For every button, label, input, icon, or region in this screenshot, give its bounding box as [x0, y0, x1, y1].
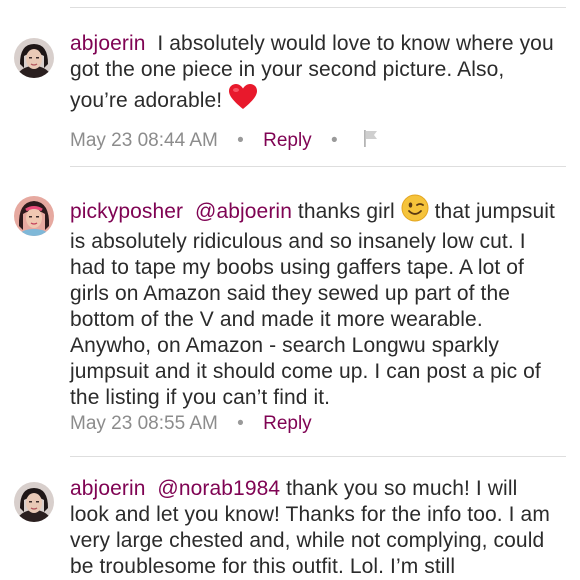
avatar-image — [14, 482, 54, 522]
mention-link[interactable]: @abjoerin — [195, 200, 292, 223]
separator-dot: • — [237, 413, 244, 434]
comment-meta: May 23 08:55 AM • Reply — [70, 413, 312, 435]
timestamp: May 23 08:55 AM — [70, 413, 218, 434]
mention-link[interactable]: @norab1984 — [157, 477, 280, 500]
comment-body: that jumpsuit is absolutely ridiculous a… — [70, 200, 555, 409]
heart-icon — [228, 83, 258, 118]
comment-body-start: thanks girl — [297, 200, 395, 223]
divider — [70, 7, 566, 8]
divider — [70, 456, 566, 457]
username-link[interactable]: abjoerin — [70, 477, 146, 500]
avatar-image — [14, 38, 54, 78]
username-link[interactable]: abjoerin — [70, 32, 146, 55]
divider — [70, 166, 566, 167]
comment-text: pickyposher @abjoerin thanks girl that j… — [70, 194, 562, 411]
separator-dot: • — [330, 130, 338, 152]
reply-button[interactable]: Reply — [263, 130, 312, 151]
flag-icon[interactable] — [361, 128, 381, 154]
timestamp: May 23 08:44 AM — [70, 130, 218, 152]
separator-dot: • — [237, 130, 244, 152]
username-link[interactable]: pickyposher — [70, 200, 183, 223]
comment-text: abjoerin @norab1984 thank you so much! I… — [70, 476, 562, 580]
comment-text: abjoerin I absolutely would love to know… — [70, 31, 562, 118]
winking-face-icon — [401, 194, 429, 229]
reply-button[interactable]: Reply — [263, 413, 312, 434]
avatar[interactable] — [14, 196, 54, 236]
avatar-image — [14, 196, 54, 236]
avatar[interactable] — [14, 482, 54, 522]
avatar[interactable] — [14, 38, 54, 78]
comment-meta: May 23 08:44 AM • Reply • — [70, 128, 381, 154]
